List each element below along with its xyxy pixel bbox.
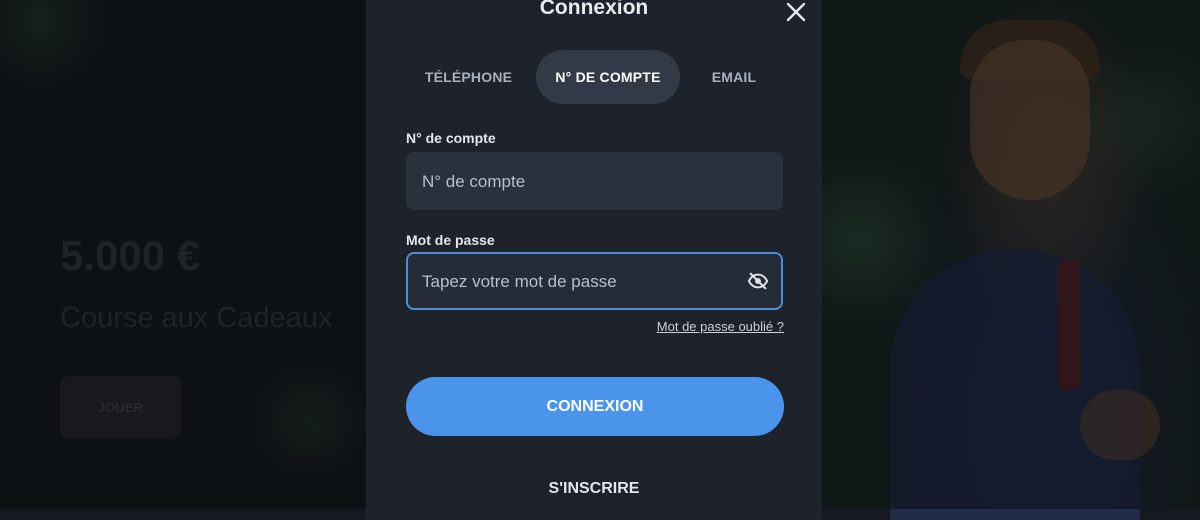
login-button[interactable]: CONNEXION	[406, 377, 784, 436]
password-input[interactable]	[420, 254, 744, 310]
account-number-label: N° de compte	[406, 130, 496, 146]
register-link[interactable]: S'INSCRIRE	[366, 480, 822, 498]
forgot-password-link[interactable]: Mot de passe oublié ?	[657, 319, 784, 334]
tab-account-number[interactable]: N° DE COMPTE	[536, 50, 680, 104]
modal-title: Connexion	[539, 0, 649, 19]
tab-telephone[interactable]: TÉLÉPHONE	[406, 50, 531, 104]
password-field-box	[406, 252, 783, 310]
tab-email[interactable]: EMAIL	[686, 50, 782, 104]
account-number-input[interactable]	[420, 152, 744, 212]
close-icon[interactable]	[780, 0, 812, 28]
eye-off-icon[interactable]	[747, 270, 769, 292]
login-method-tabs: TÉLÉPHONE N° DE COMPTE EMAIL	[406, 50, 786, 104]
account-number-field-box	[406, 152, 783, 212]
login-modal: Connexion TÉLÉPHONE N° DE COMPTE EMAIL N…	[366, 0, 822, 520]
password-label: Mot de passe	[406, 232, 495, 248]
